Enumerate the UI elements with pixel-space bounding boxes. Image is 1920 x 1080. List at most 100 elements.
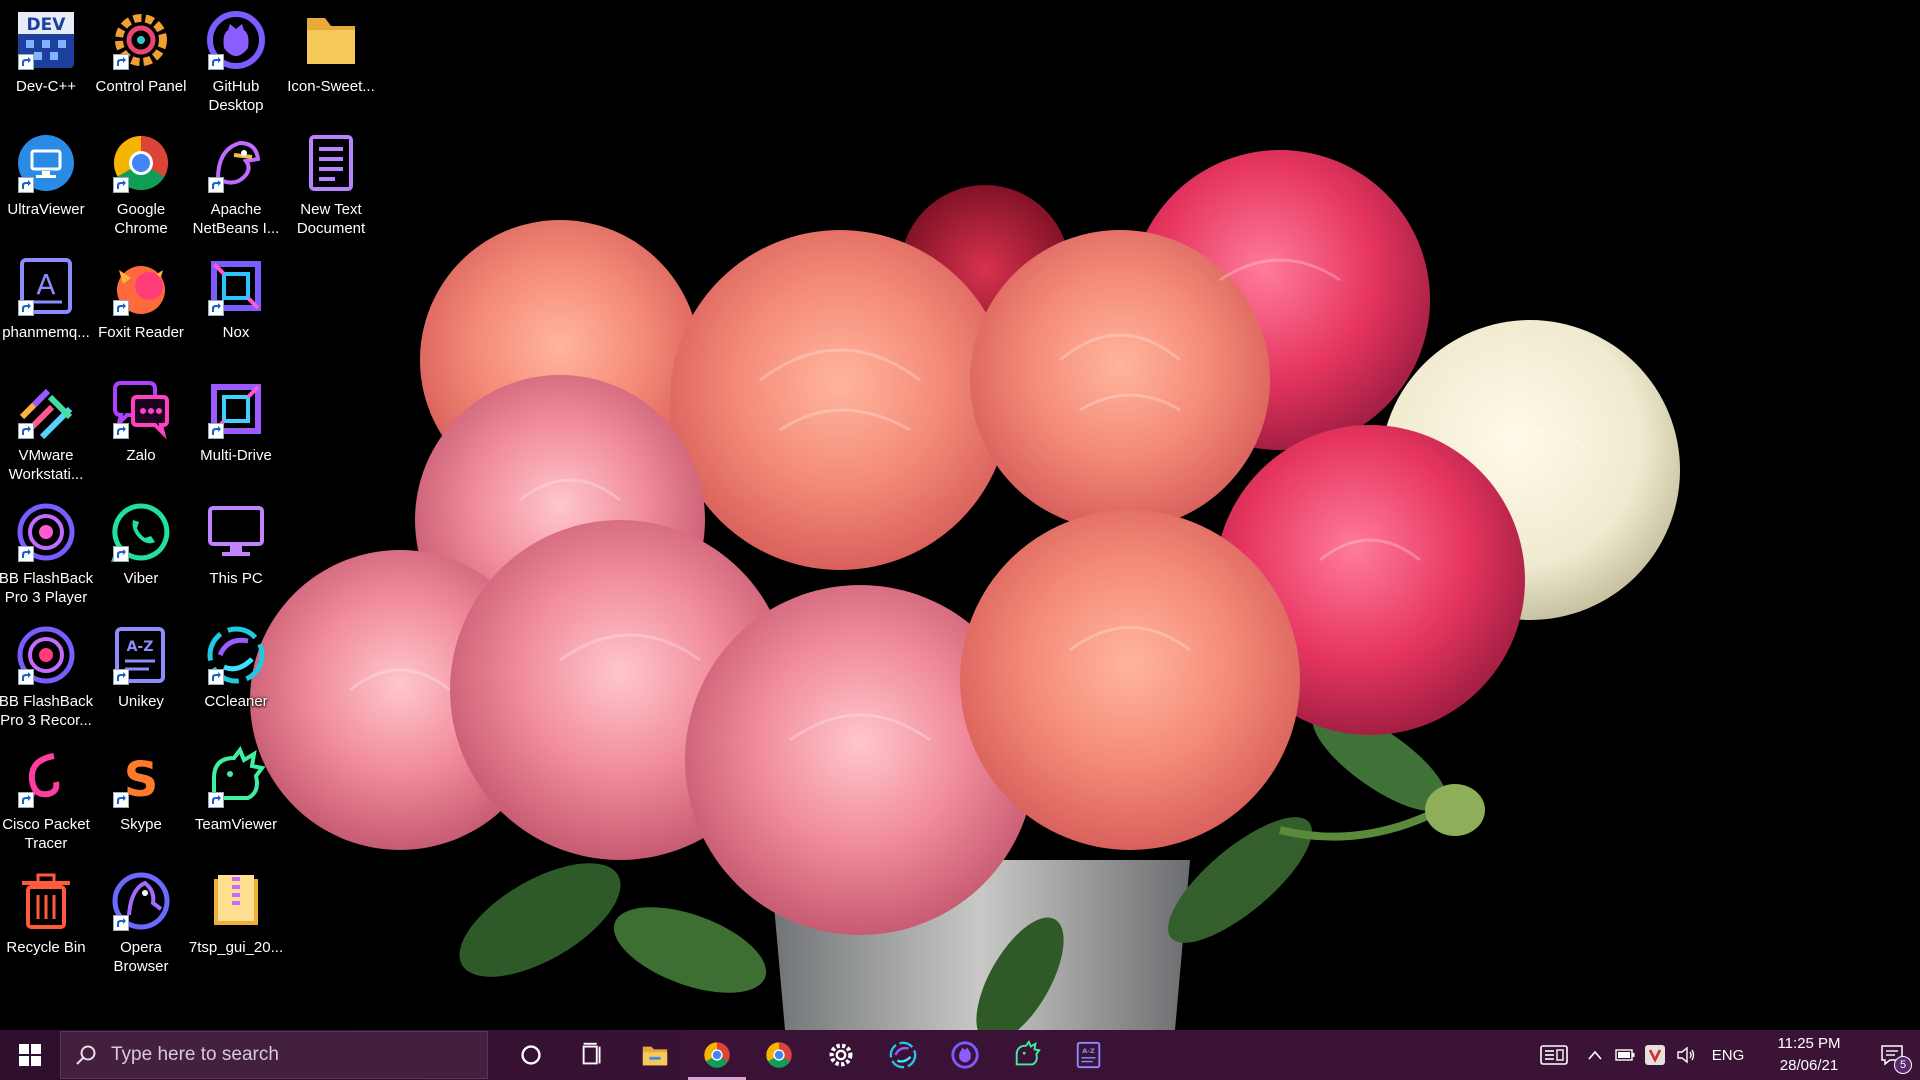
taskbar-app-button[interactable]: A-Z [1058, 1030, 1120, 1080]
desktop-shortcut[interactable]: S Skype [95, 738, 187, 850]
desktop-shortcut[interactable]: Opera Browser [95, 861, 187, 975]
text-app-icon: A [14, 254, 78, 318]
clock-date: 28/06/21 [1779, 1057, 1839, 1074]
teamviewer-icon [1015, 1040, 1041, 1066]
desktop-shortcut-label: TeamViewer [194, 816, 278, 833]
battery-button[interactable] [1610, 1030, 1640, 1080]
desktop-shortcut[interactable]: Cisco Packet Tracer [0, 738, 92, 852]
desktop-shortcut[interactable]: Zalo [95, 369, 187, 481]
start-button[interactable] [0, 1030, 60, 1080]
desktop-shortcut-label: Zalo [126, 447, 156, 464]
shortcut-arrow-icon [208, 177, 224, 193]
taskbar-app-button[interactable] [996, 1030, 1058, 1080]
news-widget-button[interactable] [1528, 1030, 1580, 1080]
shortcut-arrow-icon [18, 177, 34, 193]
desktop-shortcut[interactable]: Apache NetBeans I... [190, 123, 282, 237]
desktop-shortcut[interactable]: A-Z Unikey [95, 615, 187, 727]
windows-logo-icon [19, 1044, 41, 1066]
desktop-shortcut[interactable]: Foxit Reader [95, 246, 187, 358]
cortana-icon [521, 1045, 541, 1065]
desktop-shortcut[interactable]: UltraViewer [0, 123, 92, 235]
desktop-shortcut-label: Viber [123, 570, 159, 587]
desktop-shortcut[interactable]: Control Panel [95, 0, 187, 112]
desktop-shortcut-label: Multi-Drive [200, 447, 272, 464]
this-pc-icon [204, 500, 268, 564]
desktop-shortcut[interactable]: BB FlashBack Pro 3 Recor... [0, 615, 94, 729]
search-icon [76, 1045, 96, 1065]
flashback-player-icon [14, 500, 78, 564]
volume-button[interactable] [1670, 1030, 1702, 1080]
viber-icon [109, 500, 173, 564]
svg-text:DEV: DEV [27, 15, 67, 35]
taskbar-app-button[interactable] [934, 1030, 996, 1080]
multi-drive-icon [204, 377, 268, 441]
taskbar: Type here to search A-Z ENG 11:25 PM 28/… [0, 1030, 1920, 1080]
desktop-shortcut[interactable]: 7tsp_gui_20... [189, 861, 283, 973]
input-language-button[interactable]: ENG [1702, 1030, 1754, 1080]
shortcut-arrow-icon [208, 669, 224, 685]
ccleaner-icon [204, 623, 268, 687]
shortcut-arrow-icon [113, 669, 129, 685]
desktop-shortcut[interactable]: New Text Document [285, 123, 377, 237]
taskbar-app-button[interactable] [686, 1030, 748, 1080]
desktop-shortcut[interactable]: Google Chrome [95, 123, 187, 237]
desktop-shortcut[interactable]: Aphanmemq... [0, 246, 92, 358]
foxit-icon [109, 254, 173, 318]
desktop-shortcut-label: Apache NetBeans I... [192, 201, 280, 237]
taskbar-app-button[interactable] [748, 1030, 810, 1080]
taskbar-pinned-apps: A-Z [500, 1030, 1120, 1080]
desktop-shortcut[interactable]: CCleaner [190, 615, 282, 727]
desktop-shortcut-label: CCleaner [204, 693, 268, 710]
svg-text:A-Z: A-Z [1082, 1047, 1095, 1055]
desktop-shortcut-label: BB FlashBack Pro 3 Player [0, 570, 94, 606]
devcpp-icon: DEV [14, 8, 78, 72]
action-center-button[interactable]: 5 [1864, 1030, 1920, 1080]
teamviewer-icon [204, 746, 268, 810]
show-hidden-icons-button[interactable] [1580, 1030, 1610, 1080]
taskbar-app-button[interactable] [624, 1030, 686, 1080]
desktop-shortcut[interactable]: Icon-Sweet... [285, 0, 377, 112]
desktop[interactable]: DEV Dev-C++ Control Panel GitHub Desktop Ico… [0, 0, 1920, 1030]
desktop-shortcut[interactable]: Viber [95, 492, 187, 604]
taskbar-search-box[interactable]: Type here to search [60, 1031, 488, 1079]
shortcut-arrow-icon [208, 300, 224, 316]
nox-icon [204, 254, 268, 318]
search-placeholder: Type here to search [111, 1044, 279, 1065]
taskbar-app-button[interactable] [500, 1030, 562, 1080]
desktop-shortcut-label: BB FlashBack Pro 3 Recor... [0, 693, 94, 729]
folder-icon [299, 8, 363, 72]
desktop-shortcut[interactable]: Multi-Drive [190, 369, 282, 481]
desktop-shortcut-label: Recycle Bin [6, 939, 86, 956]
desktop-shortcut[interactable]: Recycle Bin [0, 861, 92, 973]
desktop-shortcut[interactable]: DEV Dev-C++ [0, 0, 92, 112]
taskbar-app-button[interactable] [810, 1030, 872, 1080]
clock-button[interactable]: 11:25 PM 28/06/21 [1754, 1030, 1864, 1080]
ccleaner-icon [889, 1041, 917, 1069]
desktop-shortcut[interactable]: This PC [190, 492, 282, 604]
desktop-shortcut[interactable]: GitHub Desktop [190, 0, 282, 114]
desktop-shortcut-label: New Text Document [296, 201, 366, 237]
settings-gear-icon [829, 1043, 853, 1067]
unikey-icon: A-Z [1076, 1041, 1101, 1069]
language-indicator: ENG [1711, 1046, 1745, 1064]
vivaldi-tray-button[interactable] [1640, 1030, 1670, 1080]
speaker-icon [1677, 1046, 1695, 1064]
notification-count-badge: 5 [1894, 1056, 1912, 1074]
opera-icon [109, 869, 173, 933]
desktop-shortcut[interactable]: Nox [190, 246, 282, 358]
taskbar-app-button[interactable] [872, 1030, 934, 1080]
shortcut-arrow-icon [18, 423, 34, 439]
file-explorer-icon [642, 1046, 668, 1066]
desktop-shortcut[interactable]: BB FlashBack Pro 3 Player [0, 492, 94, 606]
netbeans-icon [204, 131, 268, 195]
desktop-shortcut-label: Icon-Sweet... [287, 78, 375, 95]
taskbar-app-button[interactable] [562, 1030, 624, 1080]
desktop-shortcut-label: Dev-C++ [15, 78, 77, 95]
desktop-shortcut[interactable]: TeamViewer [190, 738, 282, 850]
desktop-shortcut-label: This PC [209, 570, 263, 587]
desktop-shortcut-label: Cisco Packet Tracer [2, 816, 90, 852]
desktop-shortcut-label: Opera Browser [113, 939, 169, 975]
system-tray: ENG 11:25 PM 28/06/21 5 [1528, 1030, 1920, 1080]
desktop-shortcut[interactable]: VMware Workstati... [0, 369, 92, 483]
desktop-shortcut-label: GitHub Desktop [208, 78, 264, 114]
